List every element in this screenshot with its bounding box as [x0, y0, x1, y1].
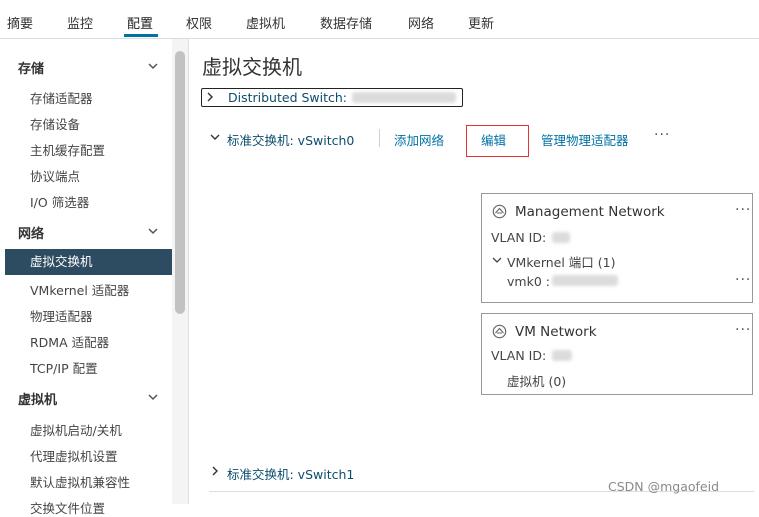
add-network-link[interactable]: 添加网络 [394, 130, 444, 149]
sidebar-item-vm-startup-shutdown[interactable]: 虚拟机启动/关机 [30, 420, 122, 439]
vlan-label: VLAN ID: [491, 348, 547, 363]
tab-monitor[interactable]: 监控 [67, 13, 93, 32]
sidebar-item-physical-adapters[interactable]: 物理适配器 [30, 306, 93, 325]
chevron-right-icon[interactable] [209, 464, 221, 478]
vmk-label: vmk0 : [507, 274, 550, 289]
tab-configure[interactable]: 配置 [127, 13, 153, 32]
sidebar-section-networking[interactable]: 网络 [18, 223, 44, 242]
active-tab-indicator [124, 34, 158, 37]
redacted-vmk-ip [552, 275, 618, 286]
port-group-card-management[interactable]: Management Network ··· VLAN ID: VMkernel… [481, 193, 753, 303]
sidebar-item-default-vm-compatibility[interactable]: 默认虚拟机兼容性 [30, 472, 130, 491]
sidebar-item-storage-adapters[interactable]: 存储适配器 [30, 88, 93, 107]
sidebar-item-tcpip-config[interactable]: TCP/IP 配置 [30, 358, 98, 377]
sidebar-item-protocol-endpoints[interactable]: 协议端点 [30, 166, 80, 185]
more-actions-icon[interactable]: ··· [735, 272, 751, 288]
distributed-switch-row[interactable]: Distributed Switch: [201, 88, 463, 107]
divider [379, 129, 380, 147]
sidebar-section-virtual-machines[interactable]: 虚拟机 [18, 389, 57, 408]
sidebar-item-rdma-adapters[interactable]: RDMA 适配器 [30, 332, 109, 351]
network-icon [492, 204, 507, 219]
sidebar-item-swap-file-location[interactable]: 交换文件位置 [30, 498, 105, 517]
tab-networks[interactable]: 网络 [408, 13, 434, 32]
tab-updates[interactable]: 更新 [468, 13, 494, 32]
card-title: Management Network [515, 204, 665, 220]
more-actions-icon[interactable]: ··· [735, 322, 751, 338]
chevron-right-icon[interactable] [204, 90, 216, 104]
sidebar-item-vmkernel-adapters[interactable]: VMkernel 适配器 [30, 280, 129, 299]
redacted-vlan-id [552, 350, 572, 361]
sidebar-item-host-cache[interactable]: 主机缓存配置 [30, 140, 105, 159]
redacted-vlan-id [552, 232, 570, 243]
chevron-down-icon[interactable] [147, 391, 159, 403]
tab-summary[interactable]: 摘要 [7, 13, 33, 32]
watermark: CSDN @mgaofeid [608, 479, 720, 494]
sidebar-item-agent-vm-settings[interactable]: 代理虚拟机设置 [30, 446, 118, 465]
sidebar-item-io-filters[interactable]: I/O 筛选器 [30, 192, 89, 211]
port-group-card-vm-network[interactable]: VM Network ··· VLAN ID: 虚拟机 (0) [481, 313, 753, 395]
vlan-label: VLAN ID: [491, 230, 547, 245]
vm-count[interactable]: 虚拟机 (0) [507, 371, 566, 390]
scrollbar-thumb[interactable] [175, 51, 185, 314]
more-actions-icon[interactable]: ··· [654, 127, 670, 143]
tab-datastores[interactable]: 数据存储 [320, 13, 372, 32]
chevron-down-icon[interactable] [147, 225, 159, 237]
edit-highlight-box [466, 125, 529, 157]
main-content: 虚拟交换机 Distributed Switch: 标准交换机: vSwitch… [189, 39, 759, 504]
vswitch1-label[interactable]: 标准交换机: vSwitch1 [227, 464, 354, 483]
tab-permissions[interactable]: 权限 [186, 13, 212, 32]
vswitch0-label[interactable]: 标准交换机: vSwitch0 [227, 130, 354, 149]
sidebar-item-virtual-switches[interactable]: 虚拟交换机 [5, 249, 172, 275]
card-title: VM Network [515, 324, 597, 340]
sidebar: 存储 存储适配器 存储设备 主机缓存配置 协议端点 I/O 筛选器 网络 虚拟交… [0, 39, 172, 516]
tab-vms[interactable]: 虚拟机 [246, 13, 285, 32]
page-title: 虚拟交换机 [202, 55, 302, 79]
sidebar-scrollbar[interactable] [172, 39, 189, 504]
network-icon [492, 324, 507, 339]
redacted-switch-name [352, 92, 456, 103]
manage-physical-adapters-link[interactable]: 管理物理适配器 [541, 130, 629, 149]
top-navigation: 摘要 监控 配置 权限 虚拟机 数据存储 网络 更新 [0, 0, 759, 39]
distributed-switch-label: Distributed Switch: [228, 90, 348, 105]
chevron-down-icon[interactable] [147, 60, 159, 72]
chevron-down-icon[interactable] [209, 130, 221, 144]
more-actions-icon[interactable]: ··· [735, 202, 751, 218]
chevron-down-icon[interactable] [491, 254, 503, 266]
sidebar-item-storage-devices[interactable]: 存储设备 [30, 114, 80, 133]
vmkernel-port-group[interactable]: VMkernel 端口 (1) [507, 252, 615, 271]
sidebar-section-storage[interactable]: 存储 [18, 58, 44, 77]
